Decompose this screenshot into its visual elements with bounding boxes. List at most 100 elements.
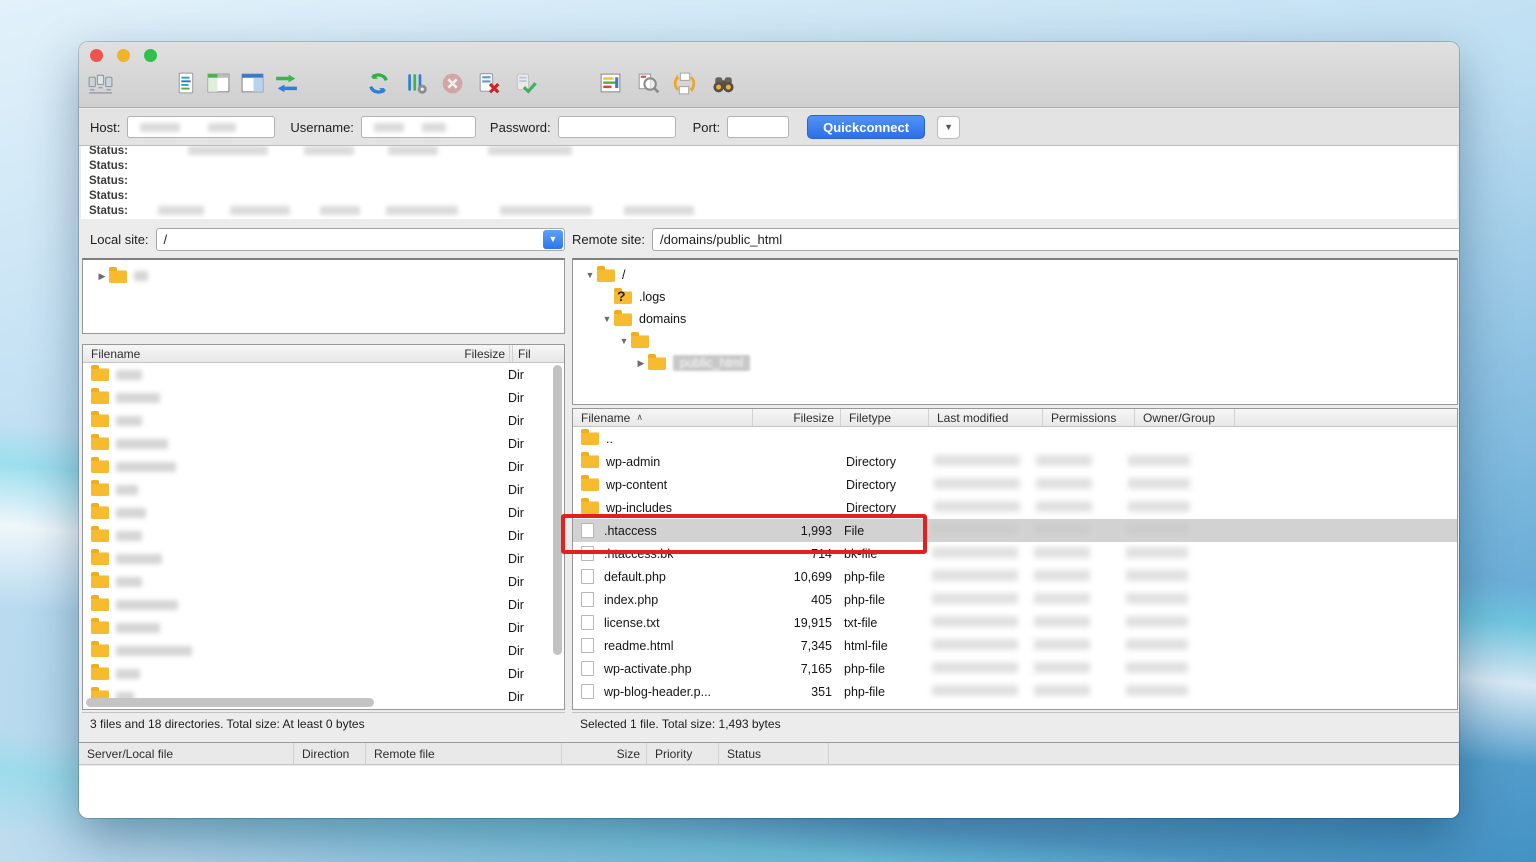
local-file-row[interactable]: Dir (83, 432, 564, 455)
username-input[interactable] (361, 116, 476, 138)
blurred-text (1126, 570, 1188, 581)
remote-file-row[interactable]: wp-activate.php 7,165 php-file (573, 657, 1457, 680)
cancel-transfer-icon[interactable] (437, 68, 467, 98)
remote-tree-item-root[interactable]: ▼ / (573, 264, 1457, 286)
local-file-row[interactable]: Dir (83, 455, 564, 478)
process-queue-icon[interactable] (400, 68, 430, 98)
column-header-status[interactable]: Status (719, 743, 829, 764)
remote-file-row[interactable]: wp-blog-header.p... 351 php-file (573, 680, 1457, 703)
blurred-text (932, 570, 1018, 581)
remote-tree-item-domain[interactable]: ▼ (573, 330, 1457, 352)
column-header-direction[interactable]: Direction (294, 743, 366, 764)
remote-tree-view-icon[interactable] (237, 68, 267, 98)
log-view-icon[interactable] (171, 68, 201, 98)
host-input[interactable] (127, 116, 275, 138)
owner-group-cell (1126, 662, 1226, 676)
refresh-icon[interactable] (363, 68, 393, 98)
column-header-filesize[interactable]: Filesize (443, 345, 509, 362)
owner-group-cell (1126, 616, 1226, 630)
local-file-row[interactable]: Dir (83, 524, 564, 547)
last-modified-cell (920, 685, 1034, 699)
column-header-priority[interactable]: Priority (647, 743, 719, 764)
password-input[interactable] (558, 116, 676, 138)
disconnect-icon[interactable] (474, 68, 504, 98)
local-file-row[interactable]: Dir (83, 547, 564, 570)
log-line: Status: (89, 173, 1457, 188)
folder-icon (648, 357, 666, 370)
column-header-permissions[interactable]: Permissions (1043, 409, 1135, 426)
last-modified-cell (920, 524, 1034, 538)
filetype-cell: Dir (508, 552, 546, 566)
local-file-row[interactable]: Dir (83, 616, 564, 639)
local-file-row[interactable]: Dir (83, 593, 564, 616)
synchronized-browsing-icon[interactable] (669, 68, 699, 98)
remote-file-row[interactable]: default.php 10,699 php-file (573, 565, 1457, 588)
local-file-row[interactable]: Dir (83, 386, 564, 409)
column-header-filetype[interactable]: Fil (509, 345, 564, 362)
column-header-owner-group[interactable]: Owner/Group (1135, 409, 1235, 426)
expand-arrow-icon[interactable]: ▶ (95, 271, 109, 282)
quickconnect-button[interactable]: Quickconnect (807, 115, 925, 139)
horizontal-scrollbar[interactable] (86, 698, 550, 707)
column-header-filesize[interactable]: Filesize (753, 409, 841, 426)
column-header-filetype[interactable]: Filetype (841, 409, 929, 426)
remote-file-row[interactable]: wp-includes Directory (573, 496, 1457, 519)
remote-tree-item-public-html[interactable]: ▶ public_html (573, 352, 1457, 374)
local-tree-root[interactable]: ▶ (83, 265, 564, 287)
column-header-remote-file[interactable]: Remote file (366, 743, 562, 764)
find-files-icon[interactable] (708, 68, 738, 98)
owner-group-cell (1128, 478, 1228, 492)
last-modified-cell (920, 593, 1034, 607)
blurred-text (932, 593, 1018, 604)
local-tree-view-icon[interactable] (203, 68, 233, 98)
remote-site-combobox[interactable]: /domains/public_html (652, 228, 1459, 251)
folder-icon (109, 270, 127, 283)
local-file-list: Filename Filesize Fil Dir Dir (82, 344, 565, 710)
column-header-size[interactable]: Size (562, 743, 647, 764)
minimize-button[interactable] (117, 49, 130, 62)
remote-file-row[interactable]: wp-admin Directory (573, 450, 1457, 473)
local-file-row[interactable]: Dir (83, 501, 564, 524)
blurred-text (1034, 570, 1090, 581)
filetype-cell: Directory (834, 478, 922, 492)
local-file-row[interactable]: Dir (83, 570, 564, 593)
collapse-arrow-icon[interactable]: ▼ (600, 314, 614, 324)
local-file-row[interactable]: Dir (83, 409, 564, 432)
local-file-row[interactable]: Dir (83, 639, 564, 662)
column-header-server-local-file[interactable]: Server/Local file (79, 743, 294, 764)
blurred-text (1126, 639, 1188, 650)
folder-icon (581, 432, 599, 445)
quickconnect-dropdown-button[interactable]: ▼ (937, 116, 960, 139)
remote-file-row[interactable]: .htaccess 1,993 File (573, 519, 1457, 542)
chevron-down-icon[interactable]: ▼ (543, 230, 563, 249)
directory-listing-filters-icon[interactable] (632, 68, 662, 98)
column-header-last-modified[interactable]: Last modified (929, 409, 1043, 426)
remote-tree-item-domains[interactable]: ▼ domains (573, 308, 1457, 330)
transfer-queue-icon[interactable] (271, 68, 301, 98)
remote-file-row[interactable]: .. (573, 427, 1457, 450)
local-file-row[interactable]: Dir (83, 363, 564, 386)
permissions-cell (1034, 685, 1126, 699)
collapse-arrow-icon[interactable]: ▼ (617, 336, 631, 346)
vertical-scrollbar[interactable] (553, 365, 562, 695)
blurred-text (932, 524, 1018, 535)
remote-file-row[interactable]: license.txt 19,915 txt-file (573, 611, 1457, 634)
remote-file-row[interactable]: wp-content Directory (573, 473, 1457, 496)
collapse-arrow-icon[interactable]: ▼ (583, 270, 597, 280)
local-site-combobox[interactable]: / ▼ (156, 228, 565, 251)
local-file-row[interactable]: Dir (83, 662, 564, 685)
reconnect-icon[interactable] (510, 68, 540, 98)
directory-comparison-icon[interactable] (595, 68, 625, 98)
expand-arrow-icon[interactable]: ▶ (634, 358, 648, 369)
remote-tree-item-logs[interactable]: .logs (573, 286, 1457, 308)
zoom-button[interactable] (144, 49, 157, 62)
remote-file-row[interactable]: readme.html 7,345 html-file (573, 634, 1457, 657)
remote-file-row[interactable]: .htaccess.bk 714 bk-file (573, 542, 1457, 565)
blurred-text (388, 146, 438, 155)
site-manager-icon[interactable] (85, 68, 115, 98)
column-header-filename[interactable]: Filename ∧ (573, 409, 753, 426)
remote-file-row[interactable]: index.php 405 php-file (573, 588, 1457, 611)
port-input[interactable] (727, 116, 789, 138)
close-button[interactable] (90, 49, 103, 62)
local-file-row[interactable]: Dir (83, 478, 564, 501)
